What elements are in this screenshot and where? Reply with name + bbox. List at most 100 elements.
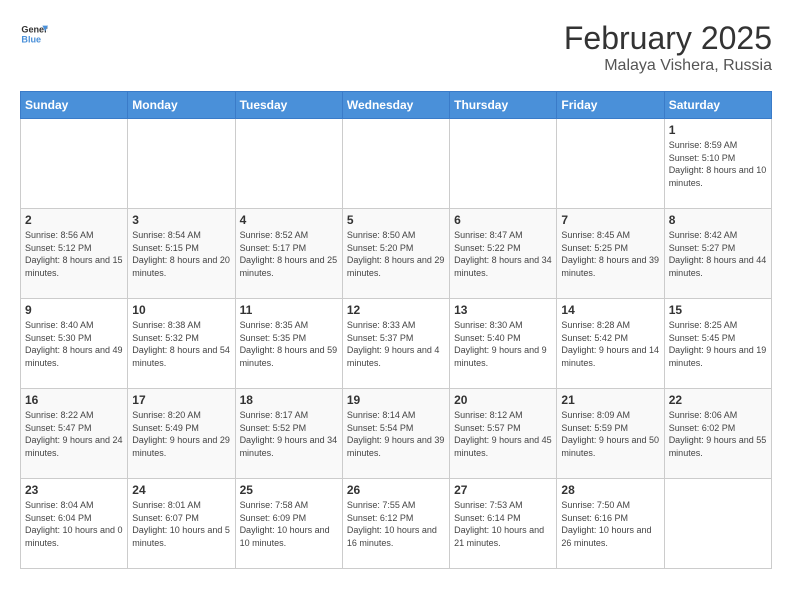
calendar-day: 19 Sunrise: 8:14 AM Sunset: 5:54 PM Dayli… [342,389,449,479]
calendar-week-1: 1 Sunrise: 8:59 AM Sunset: 5:10 PM Daylig… [21,119,772,209]
day-info: Sunrise: 8:59 AM Sunset: 5:10 PM Dayligh… [669,139,767,189]
calendar-day: 27 Sunrise: 7:53 AM Sunset: 6:14 PM Dayli… [450,479,557,569]
calendar-day: 12 Sunrise: 8:33 AM Sunset: 5:37 PM Dayli… [342,299,449,389]
title-block: February 2025 Malaya Vishera, Russia [564,20,772,75]
day-info: Sunrise: 8:50 AM Sunset: 5:20 PM Dayligh… [347,229,445,279]
day-info: Sunrise: 8:25 AM Sunset: 5:45 PM Dayligh… [669,319,767,369]
day-number: 23 [25,483,123,497]
day-info: Sunrise: 8:09 AM Sunset: 5:59 PM Dayligh… [561,409,659,459]
day-info: Sunrise: 8:17 AM Sunset: 5:52 PM Dayligh… [240,409,338,459]
day-number: 22 [669,393,767,407]
day-info: Sunrise: 8:28 AM Sunset: 5:42 PM Dayligh… [561,319,659,369]
day-number: 17 [132,393,230,407]
calendar-day: 14 Sunrise: 8:28 AM Sunset: 5:42 PM Dayli… [557,299,664,389]
day-info: Sunrise: 8:06 AM Sunset: 6:02 PM Dayligh… [669,409,767,459]
calendar-header-row: SundayMondayTuesdayWednesdayThursdayFrid… [21,92,772,119]
day-info: Sunrise: 8:22 AM Sunset: 5:47 PM Dayligh… [25,409,123,459]
header-day-tuesday: Tuesday [235,92,342,119]
header-day-sunday: Sunday [21,92,128,119]
logo-icon: General Blue [20,20,48,48]
header-day-thursday: Thursday [450,92,557,119]
day-info: Sunrise: 8:14 AM Sunset: 5:54 PM Dayligh… [347,409,445,459]
day-number: 10 [132,303,230,317]
day-number: 25 [240,483,338,497]
header-day-friday: Friday [557,92,664,119]
calendar-day [235,119,342,209]
day-number: 1 [669,123,767,137]
calendar-day: 24Sunrise: 8:01 AM Sunset: 6:07 PM Dayli… [128,479,235,569]
calendar-day: 8 Sunrise: 8:42 AM Sunset: 5:27 PM Daylig… [664,209,771,299]
day-info: Sunrise: 8:52 AM Sunset: 5:17 PM Dayligh… [240,229,338,279]
day-number: 9 [25,303,123,317]
calendar-day: 28 Sunrise: 7:50 AM Sunset: 6:16 PM Dayli… [557,479,664,569]
day-info: Sunrise: 7:53 AM Sunset: 6:14 PM Dayligh… [454,499,552,549]
day-number: 20 [454,393,552,407]
calendar-day: 5 Sunrise: 8:50 AM Sunset: 5:20 PM Daylig… [342,209,449,299]
day-number: 4 [240,213,338,227]
calendar-day [450,119,557,209]
calendar-day: 7Sunrise: 8:45 AM Sunset: 5:25 PM Daylig… [557,209,664,299]
calendar-day: 2 Sunrise: 8:56 AM Sunset: 5:12 PM Daylig… [21,209,128,299]
header-day-monday: Monday [128,92,235,119]
day-number: 26 [347,483,445,497]
day-number: 24 [132,483,230,497]
calendar-day [128,119,235,209]
header-day-wednesday: Wednesday [342,92,449,119]
day-info: Sunrise: 8:42 AM Sunset: 5:27 PM Dayligh… [669,229,767,279]
calendar-day: 13 Sunrise: 8:30 AM Sunset: 5:40 PM Dayli… [450,299,557,389]
logo: General Blue [20,20,48,48]
calendar-day [21,119,128,209]
calendar-day [664,479,771,569]
day-number: 5 [347,213,445,227]
calendar-week-4: 16 Sunrise: 8:22 AM Sunset: 5:47 PM Dayli… [21,389,772,479]
day-number: 6 [454,213,552,227]
day-info: Sunrise: 8:35 AM Sunset: 5:35 PM Dayligh… [240,319,338,369]
day-number: 21 [561,393,659,407]
svg-text:Blue: Blue [21,34,41,44]
calendar-day: 20 Sunrise: 8:12 AM Sunset: 5:57 PM Dayli… [450,389,557,479]
day-info: Sunrise: 7:55 AM Sunset: 6:12 PM Dayligh… [347,499,445,549]
day-number: 8 [669,213,767,227]
day-info: Sunrise: 8:47 AM Sunset: 5:22 PM Dayligh… [454,229,552,279]
calendar-day: 15 Sunrise: 8:25 AM Sunset: 5:45 PM Dayli… [664,299,771,389]
day-number: 19 [347,393,445,407]
calendar-week-3: 9Sunrise: 8:40 AM Sunset: 5:30 PM Daylig… [21,299,772,389]
calendar-day: 25 Sunrise: 7:58 AM Sunset: 6:09 PM Dayli… [235,479,342,569]
day-number: 16 [25,393,123,407]
day-number: 18 [240,393,338,407]
day-info: Sunrise: 8:12 AM Sunset: 5:57 PM Dayligh… [454,409,552,459]
day-number: 3 [132,213,230,227]
calendar-day: 1 Sunrise: 8:59 AM Sunset: 5:10 PM Daylig… [664,119,771,209]
day-number: 27 [454,483,552,497]
calendar-day: 3 Sunrise: 8:54 AM Sunset: 5:15 PM Daylig… [128,209,235,299]
calendar-week-2: 2 Sunrise: 8:56 AM Sunset: 5:12 PM Daylig… [21,209,772,299]
day-info: Sunrise: 8:30 AM Sunset: 5:40 PM Dayligh… [454,319,552,369]
day-number: 14 [561,303,659,317]
calendar-table: SundayMondayTuesdayWednesdayThursdayFrid… [20,91,772,569]
calendar-day: 17 Sunrise: 8:20 AM Sunset: 5:49 PM Dayli… [128,389,235,479]
day-info: Sunrise: 8:56 AM Sunset: 5:12 PM Dayligh… [25,229,123,279]
day-info: Sunrise: 7:58 AM Sunset: 6:09 PM Dayligh… [240,499,338,549]
page-header: General Blue February 2025 Malaya Visher… [20,20,772,75]
calendar-day: 23 Sunrise: 8:04 AM Sunset: 6:04 PM Dayli… [21,479,128,569]
calendar-day: 21 Sunrise: 8:09 AM Sunset: 5:59 PM Dayli… [557,389,664,479]
calendar-day: 22 Sunrise: 8:06 AM Sunset: 6:02 PM Dayli… [664,389,771,479]
day-info: Sunrise: 8:54 AM Sunset: 5:15 PM Dayligh… [132,229,230,279]
calendar-day: 18 Sunrise: 8:17 AM Sunset: 5:52 PM Dayli… [235,389,342,479]
calendar-day: 4 Sunrise: 8:52 AM Sunset: 5:17 PM Daylig… [235,209,342,299]
calendar-day [557,119,664,209]
day-number: 13 [454,303,552,317]
month-title: February 2025 [564,20,772,57]
calendar-day: 10Sunrise: 8:38 AM Sunset: 5:32 PM Dayli… [128,299,235,389]
day-number: 2 [25,213,123,227]
day-info: Sunrise: 7:50 AM Sunset: 6:16 PM Dayligh… [561,499,659,549]
day-number: 28 [561,483,659,497]
day-number: 15 [669,303,767,317]
day-info: Sunrise: 8:33 AM Sunset: 5:37 PM Dayligh… [347,319,445,369]
calendar-day [342,119,449,209]
day-info: Sunrise: 8:45 AM Sunset: 5:25 PM Dayligh… [561,229,659,279]
day-info: Sunrise: 8:04 AM Sunset: 6:04 PM Dayligh… [25,499,123,549]
calendar-day: 11Sunrise: 8:35 AM Sunset: 5:35 PM Dayli… [235,299,342,389]
day-number: 12 [347,303,445,317]
day-info: Sunrise: 8:20 AM Sunset: 5:49 PM Dayligh… [132,409,230,459]
